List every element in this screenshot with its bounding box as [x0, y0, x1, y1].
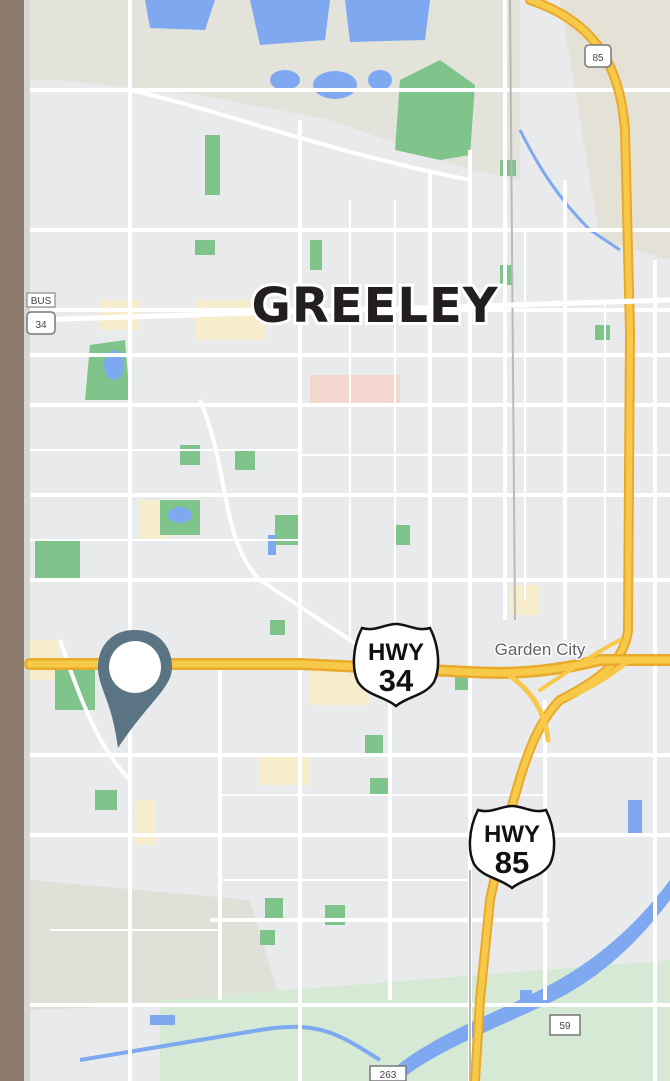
place-label-garden-city: Garden City	[495, 640, 586, 659]
route-shield-59-small: 59	[549, 1014, 581, 1036]
map-canvas[interactable]: 85 BUS 34 59 263 GREELEY Garden City HWY…	[0, 0, 670, 1081]
svg-text:85: 85	[592, 53, 604, 64]
route-shield-bus-34-small: BUS 34	[26, 292, 56, 335]
campus-area	[310, 375, 400, 405]
svg-text:59: 59	[559, 1021, 571, 1032]
svg-text:85: 85	[495, 845, 529, 880]
svg-text:HWY: HWY	[368, 639, 424, 666]
svg-text:263: 263	[380, 1070, 397, 1081]
svg-text:34: 34	[379, 663, 414, 698]
svg-text:HWY: HWY	[484, 821, 540, 848]
route-shield-263-small: 263	[369, 1065, 407, 1081]
svg-text:34: 34	[35, 320, 47, 331]
city-label: GREELEY	[251, 278, 498, 334]
pin-center-dot	[109, 641, 161, 693]
left-border-strip	[0, 0, 24, 1081]
route-shield-85-small: 85	[584, 44, 612, 68]
svg-text:BUS: BUS	[31, 296, 52, 307]
